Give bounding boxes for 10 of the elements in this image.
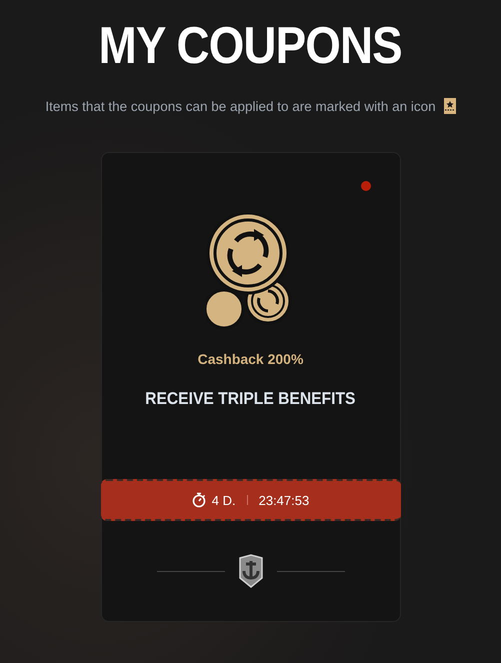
- time-left: 23:47:53: [258, 492, 310, 508]
- days-left: 4 D.: [212, 492, 236, 508]
- coupon-name: Cashback 200%: [198, 351, 304, 367]
- stopwatch-icon: [192, 492, 206, 508]
- page-title: MY COUPONS: [98, 16, 402, 76]
- coupon-mark-icon: [444, 98, 456, 114]
- coupon-card[interactable]: Cashback 200% RECEIVE TRIPLE BENEFITS 4 D. 23:47:53: [100, 152, 400, 622]
- subtitle: Items that the coupons can be applied to are marked with an icon: [45, 98, 436, 114]
- anchor-shield-icon: [236, 554, 264, 588]
- coupon-description: RECEIVE TRIPLE BENEFITS: [145, 389, 356, 409]
